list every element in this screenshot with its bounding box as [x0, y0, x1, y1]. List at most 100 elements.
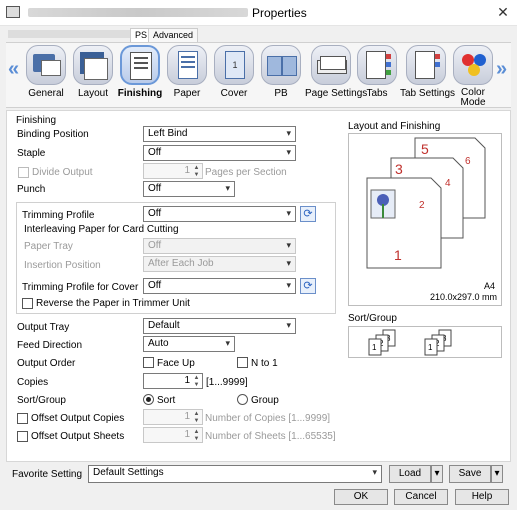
interleaving-label: Interleaving Paper for Card Cutting: [24, 224, 179, 235]
favorite-setting-label: Favorite Setting: [12, 469, 83, 480]
n-to-1-checkbox[interactable]: [237, 357, 248, 368]
offset-sheets-range: Number of Sheets [1...65535]: [205, 431, 336, 442]
page-number-1: 1: [394, 247, 402, 263]
offset-sheets-checkbox[interactable]: [17, 431, 28, 442]
output-tray-label: Output Tray: [17, 322, 70, 333]
punch-label: Punch: [17, 184, 46, 195]
toolbar-paper[interactable]: Paper: [164, 45, 210, 107]
finishing-icon: [120, 45, 160, 85]
stepper-down-icon[interactable]: ▼: [192, 418, 201, 424]
stepper-down-icon[interactable]: ▼: [192, 172, 201, 178]
chevron-down-icon: ▾: [225, 183, 230, 193]
stepper-down-icon[interactable]: ▼: [192, 436, 201, 442]
group-radio[interactable]: [237, 394, 248, 405]
chevron-down-icon: ▾: [286, 208, 291, 218]
paper-dimensions: 210.0x297.0 mm: [429, 292, 497, 302]
feed-direction-label: Feed Direction: [17, 340, 83, 351]
save-button[interactable]: Save: [449, 465, 491, 483]
chevron-down-icon: ▾: [225, 338, 230, 348]
perfect-binding-icon: [261, 45, 301, 85]
toolbar-general[interactable]: General: [23, 45, 69, 107]
offset-copies-range: Number of Copies [1...9999]: [205, 413, 331, 424]
help-button[interactable]: Help: [455, 489, 509, 505]
sort-page-1b: 1: [428, 343, 433, 352]
sort-radio[interactable]: [143, 394, 154, 405]
divide-output-stepper[interactable]: 1 ▲ ▼: [143, 163, 203, 179]
toolbar-cover[interactable]: 1 Cover: [211, 45, 257, 107]
page-stack-preview: 5 6 3 4 1 2: [366, 137, 486, 269]
toolbar-page-settings[interactable]: Page Settings: [305, 45, 367, 107]
title-bar: Properties ✕: [0, 0, 517, 26]
output-tray-select[interactable]: Default ▾: [143, 318, 296, 334]
tab-advanced[interactable]: Advanced: [148, 28, 199, 42]
copies-stepper[interactable]: 1 ▲ ▼: [143, 373, 203, 389]
tab-settings-icon: [406, 45, 446, 85]
group-radio-label: Group: [251, 395, 279, 406]
insertion-position-select[interactable]: After Each Job ▾: [143, 256, 296, 272]
ok-button[interactable]: OK: [334, 489, 388, 505]
favorite-setting-select[interactable]: Default Settings ▾: [88, 465, 382, 483]
reverse-paper-checkbox[interactable]: [22, 298, 33, 309]
window-title: Properties: [252, 6, 307, 20]
stepper-up-icon[interactable]: ▲: [192, 375, 201, 381]
refresh-icon[interactable]: ⟳: [300, 206, 316, 222]
feed-direction-select[interactable]: Auto ▾: [143, 336, 235, 352]
chevron-down-icon: ▾: [286, 258, 291, 268]
toolbar-color-mode[interactable]: Color Mode: [450, 45, 496, 108]
stepper-up-icon[interactable]: ▲: [192, 429, 201, 435]
copies-label: Copies: [17, 377, 49, 388]
layout-icon: [73, 45, 113, 85]
toolbar-tabs[interactable]: Tabs: [354, 45, 400, 107]
scroll-left-icon[interactable]: «: [8, 58, 19, 81]
color-mode-icon: [453, 45, 493, 85]
tabs-icon: [357, 45, 397, 85]
sort-group-preview: 3 2 1 3 2 1: [348, 326, 502, 358]
divide-output-checkbox[interactable]: [18, 167, 29, 178]
stepper-down-icon[interactable]: ▼: [192, 382, 201, 388]
page-number-4: 4: [445, 178, 451, 189]
offset-copies-checkbox[interactable]: [17, 413, 28, 424]
output-order-label: Output Order: [17, 358, 76, 369]
punch-select[interactable]: Off ▾: [143, 181, 235, 197]
paper-tray-select[interactable]: Off ▾: [143, 238, 296, 254]
save-dropdown-button[interactable]: ▾: [491, 465, 503, 483]
page-number-5: 5: [421, 141, 429, 157]
trimming-cover-select[interactable]: Off ▾: [143, 278, 296, 294]
load-dropdown-button[interactable]: ▾: [431, 465, 443, 483]
close-icon[interactable]: ✕: [492, 2, 514, 22]
paper-icon: [167, 45, 207, 85]
n-to-1-label: N to 1: [251, 358, 278, 369]
scroll-right-icon[interactable]: »: [496, 58, 507, 81]
staple-select[interactable]: Off ▾: [143, 145, 296, 161]
trimming-profile-select[interactable]: Off ▾: [143, 206, 296, 222]
stepper-up-icon[interactable]: ▲: [192, 411, 201, 417]
binding-position-select[interactable]: Left Bind ▾: [143, 126, 296, 142]
general-icon: [26, 45, 66, 85]
load-button[interactable]: Load: [389, 465, 431, 483]
reverse-paper-label: Reverse the Paper in Trimmer Unit: [36, 298, 190, 309]
tab-redacted: [8, 30, 132, 38]
offset-copies-stepper[interactable]: 1 ▲ ▼: [143, 409, 203, 425]
toolbar-finishing[interactable]: Finishing: [117, 45, 163, 107]
face-up-checkbox[interactable]: [143, 357, 154, 368]
offset-sheets-label: Offset Output Sheets: [31, 431, 125, 442]
refresh-icon[interactable]: ⟳: [300, 278, 316, 294]
paper-size: A4: [483, 281, 495, 291]
toolbar-layout[interactable]: Layout: [70, 45, 116, 107]
layout-preview: 5 6 3 4 1 2 A4 210.0x297.0 mm: [348, 133, 502, 306]
page-number-2: 2: [419, 200, 425, 211]
cancel-button[interactable]: Cancel: [394, 489, 448, 505]
stepper-up-icon[interactable]: ▲: [192, 165, 201, 171]
preview-title: Layout and Finishing: [348, 121, 441, 132]
page-number-6: 6: [465, 156, 471, 167]
toolbar-tab-settings[interactable]: Tab Settings: [400, 45, 455, 107]
staple-label: Staple: [17, 148, 46, 159]
offset-copies-label: Offset Output Copies: [31, 413, 125, 424]
chevron-down-icon: ▾: [286, 128, 291, 138]
offset-sheets-stepper[interactable]: 1 ▲ ▼: [143, 427, 203, 443]
chevron-down-icon: ▾: [286, 320, 291, 330]
trimming-profile-label: Trimming Profile: [22, 210, 95, 221]
section-finishing: Finishing: [16, 115, 57, 126]
toolbar-pb[interactable]: PB: [258, 45, 304, 107]
binding-position-label: Binding Position: [17, 129, 89, 140]
